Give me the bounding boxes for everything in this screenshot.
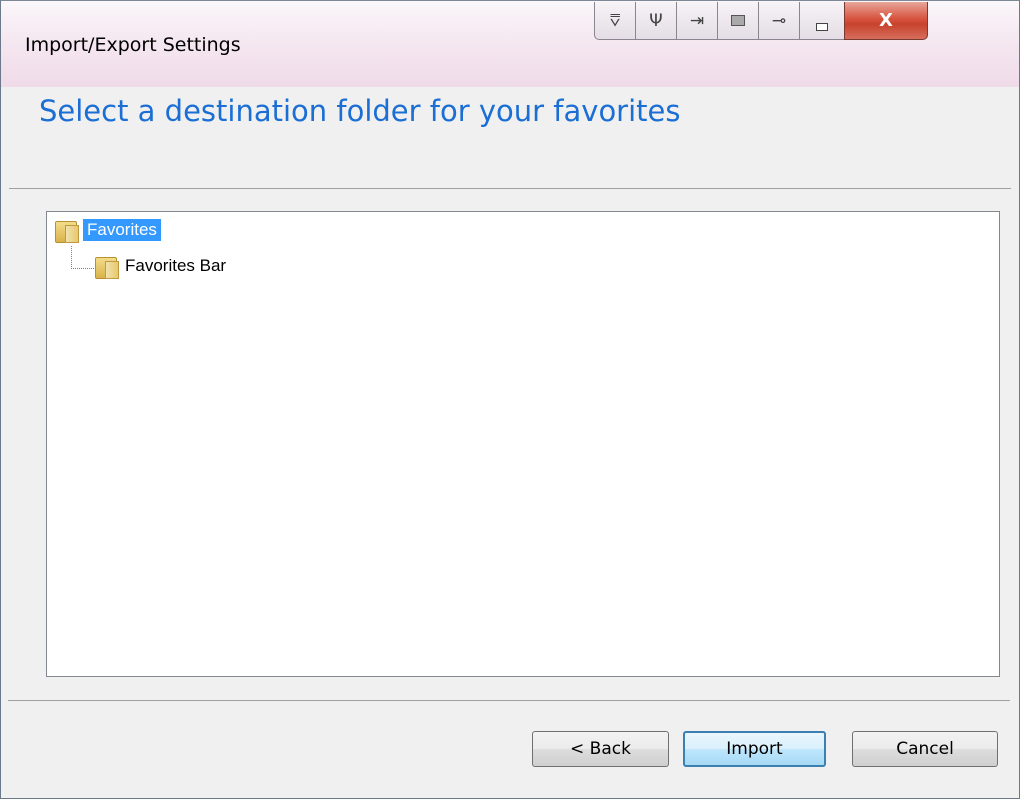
plug-glyph: Ψ: [649, 10, 663, 31]
tree-node-favorites[interactable]: Favorites: [55, 217, 161, 243]
tree-connector-line: [71, 246, 96, 269]
folder-icon: [95, 255, 119, 279]
keyboard-icon[interactable]: [717, 2, 759, 40]
minimize-button[interactable]: [799, 2, 845, 40]
back-button[interactable]: < Back: [532, 731, 669, 767]
close-icon: X: [879, 10, 893, 31]
enter-glyph: ⇥: [689, 10, 705, 31]
caption-buttons: ⩢ Ψ ⇥ ⊸ X: [594, 2, 928, 42]
folder-tree[interactable]: Favorites Favorites Bar: [46, 211, 1000, 677]
close-button[interactable]: X: [844, 2, 928, 40]
tree-node-label: Favorites Bar: [125, 256, 227, 275]
page-heading: Select a destination folder for your fav…: [39, 94, 681, 128]
folder-icon: [55, 219, 79, 243]
filter-icon[interactable]: ⩢: [594, 2, 636, 40]
plug-icon[interactable]: Ψ: [635, 2, 677, 40]
window-title: Import/Export Settings: [25, 34, 241, 56]
connector-icon[interactable]: ⊸: [758, 2, 800, 40]
tree-node-favorites-bar[interactable]: Favorites Bar: [95, 253, 226, 279]
filter-glyph: ⩢: [609, 10, 621, 31]
enter-icon[interactable]: ⇥: [676, 2, 718, 40]
footer-divider: [8, 700, 1010, 701]
cancel-button[interactable]: Cancel: [852, 731, 998, 767]
connector-glyph: ⊸: [771, 10, 787, 31]
title-bar[interactable]: Import/Export Settings ⩢ Ψ ⇥ ⊸ X: [1, 1, 1019, 87]
keyboard-glyph: [731, 15, 745, 26]
tree-node-label: Favorites: [83, 219, 161, 241]
wizard-header: Select a destination folder for your fav…: [9, 87, 1011, 189]
import-button[interactable]: Import: [683, 731, 826, 767]
minimize-icon: [816, 23, 828, 31]
